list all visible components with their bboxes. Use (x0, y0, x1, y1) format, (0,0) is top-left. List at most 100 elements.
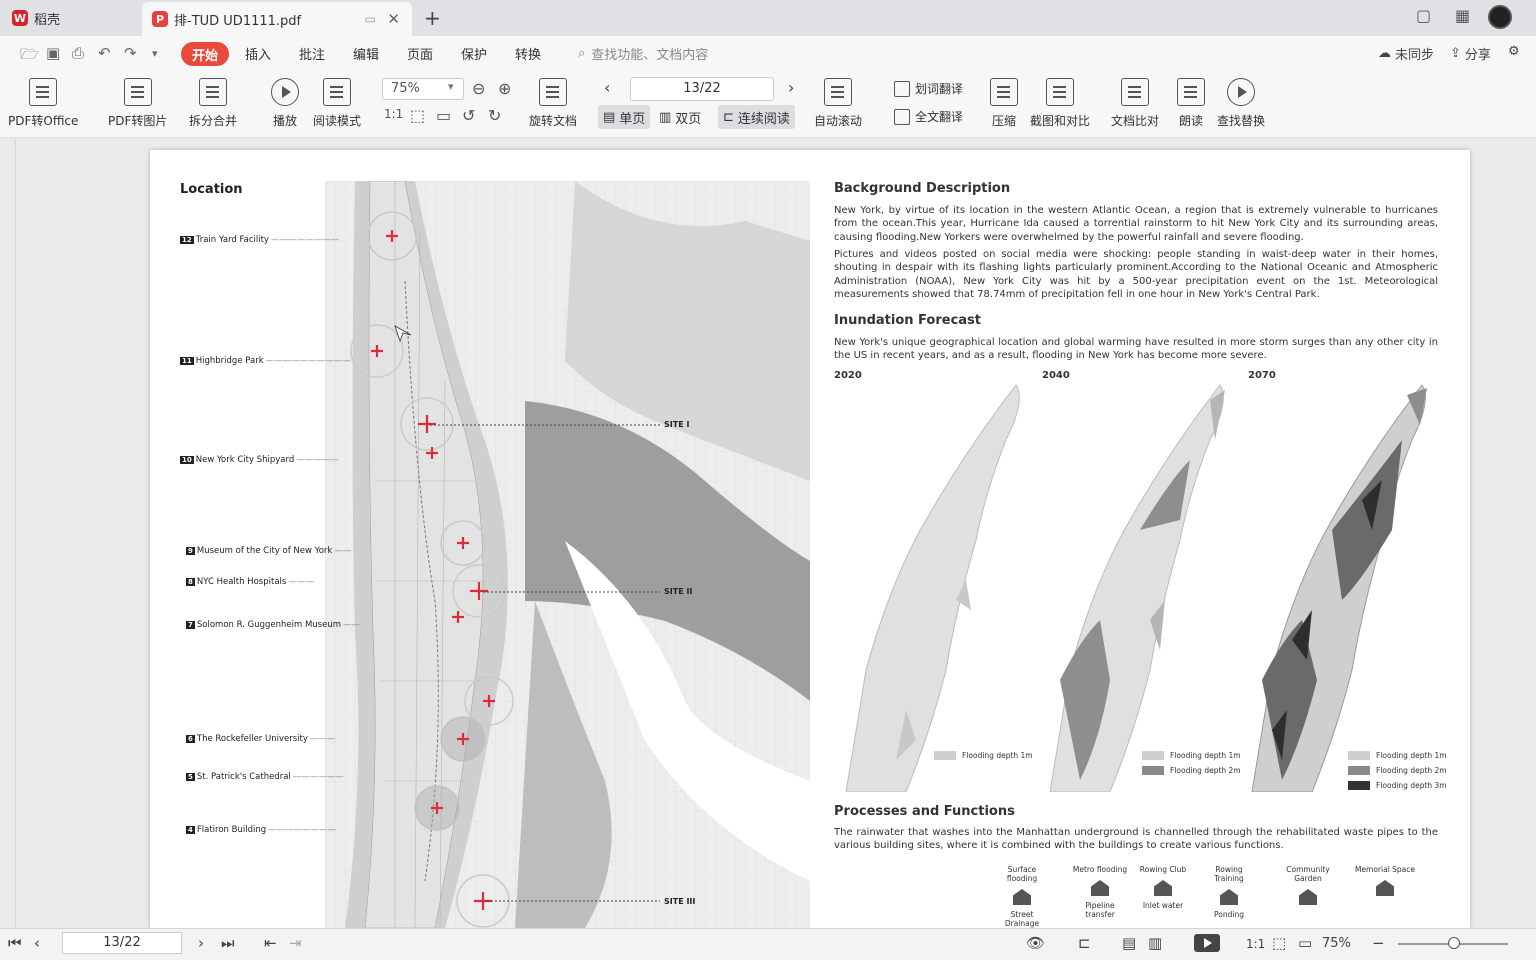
rotate-left-icon[interactable]: ↺ (462, 106, 475, 125)
compress-button[interactable]: 压缩 (990, 78, 1018, 129)
sync-button[interactable]: ☁ 未同步 (1378, 44, 1434, 63)
single-view-icon[interactable]: ▤ (1122, 934, 1136, 952)
landmark-name: Flatiron Building (196, 825, 267, 835)
fit-page-icon[interactable]: ⬚ (410, 106, 425, 125)
function-item: Rowing Training Ponding (1200, 865, 1258, 919)
play-slideshow-icon[interactable] (1194, 934, 1220, 952)
redo-icon[interactable]: ↷ (124, 44, 137, 62)
more-icon[interactable]: ▾ (152, 47, 158, 60)
image-icon (123, 78, 152, 106)
metro-icon (1091, 880, 1109, 896)
grid-icon[interactable]: ▦ (1455, 6, 1470, 25)
legend-item: Flooding depth 2m (1142, 766, 1241, 775)
pdf-to-office-button[interactable]: PDF转Office (8, 78, 78, 129)
menu-protect[interactable]: 保护 (461, 44, 487, 63)
zoom-out-icon[interactable]: − (1372, 934, 1385, 952)
full-translate-label: 全文翻译 (915, 110, 964, 124)
function-item: Metro flooding Pipeline transfer (1071, 865, 1129, 919)
prev-page-icon[interactable]: ‹ (604, 78, 610, 97)
fit-width-icon[interactable]: ▭ (1298, 934, 1312, 952)
menu-annotate[interactable]: 批注 (299, 44, 325, 63)
tab-home[interactable]: W 稻壳 (0, 0, 140, 36)
first-page-icon[interactable]: ⏮ (8, 934, 22, 952)
avatar[interactable] (1488, 5, 1512, 29)
read-mode-label: 阅读模式 (313, 114, 362, 128)
memorial-icon (1376, 880, 1394, 896)
zoom-out-icon[interactable]: ⊖ (472, 79, 485, 98)
double-view-icon[interactable]: ▥ (1148, 934, 1162, 952)
last-page-icon[interactable]: ⏭ (221, 934, 235, 952)
landmark-name: Highbridge Park (195, 356, 264, 366)
single-page-button[interactable]: ▤ 单页 (598, 105, 651, 129)
auto-scroll-button[interactable]: 自动滚动 (814, 78, 862, 129)
flood-map-2020 (845, 384, 1020, 792)
landmark-label: 8 NYC Health Hospitals ——— (186, 577, 314, 587)
status-page-input[interactable]: 13/22 (62, 932, 182, 954)
landmark-label: 9 Museum of the City of New York —— (186, 546, 352, 556)
legend-label: Flooding depth 1m (1376, 751, 1447, 760)
undo-icon[interactable]: ↶ (98, 44, 111, 62)
actual-size-icon[interactable]: 1:1 (384, 107, 403, 121)
doc-compare-button[interactable]: 文档比对 (1111, 78, 1159, 129)
menu-page[interactable]: 页面 (407, 44, 433, 63)
legend-label: Flooding depth 1m (1170, 751, 1241, 760)
background-paragraph: Pictures and videos posted on social med… (834, 249, 1438, 301)
search-input[interactable]: ⌕ 查找功能、文档内容 (578, 44, 708, 63)
eye-icon[interactable]: 👁 (1026, 934, 1045, 952)
background-title: Background Description (834, 181, 1011, 196)
status-zoom[interactable]: 75% (1322, 936, 1351, 951)
actual-size-icon[interactable]: 1:1 (1246, 937, 1265, 951)
rotate-doc-button[interactable]: 旋转文档 (529, 78, 577, 129)
close-tab-icon[interactable]: ✕ (387, 10, 400, 28)
save-icon[interactable]: ▣ (46, 44, 60, 62)
play-button[interactable]: 播放 (271, 78, 299, 129)
sync-label: 未同步 (1395, 48, 1435, 63)
zoom-in-icon[interactable]: ⊕ (498, 79, 511, 98)
function-sublabel: Ponding (1214, 910, 1244, 919)
read-aloud-button[interactable]: 朗读 (1177, 78, 1205, 129)
landmark-number: 11 (180, 357, 194, 365)
next-page-icon[interactable]: › (788, 78, 794, 97)
find-replace-button[interactable]: 查找替换 (1217, 78, 1265, 129)
rotate-right-icon[interactable]: ↻ (488, 106, 501, 125)
layout-icon[interactable]: ▢ (1416, 6, 1431, 25)
play-label: 播放 (272, 114, 297, 128)
continuous-view-icon[interactable]: ⊏ (1078, 934, 1091, 952)
legend-item: Flooding depth 2m (1348, 766, 1447, 775)
fit-page-icon[interactable]: ⬚ (1272, 934, 1286, 952)
share-button[interactable]: ⇪ 分享 (1450, 44, 1491, 63)
next-page-icon[interactable]: › (198, 934, 204, 952)
back-icon[interactable]: ⇤ (264, 934, 277, 952)
fit-width-icon[interactable]: ▭ (436, 106, 451, 125)
menu-insert[interactable]: 插入 (245, 44, 271, 63)
print-icon[interactable]: ⎙ (72, 44, 84, 62)
chevron-down-icon[interactable]: ▾ (448, 80, 454, 93)
screenshot-compare-button[interactable]: 截图和对比 (1030, 78, 1090, 129)
legend-label: Flooding depth 3m (1376, 781, 1447, 790)
full-translate-button[interactable]: 全文翻译 (894, 108, 963, 125)
open-icon[interactable]: 🗁 (20, 44, 39, 69)
search-icon: ⌕ (578, 46, 586, 61)
double-page-button[interactable]: ▥ 双页 (654, 105, 706, 129)
zoom-slider-handle[interactable] (1448, 937, 1460, 949)
prev-page-icon[interactable]: ‹ (34, 934, 40, 952)
split-merge-button[interactable]: 拆分合并 (189, 78, 237, 129)
menu-convert[interactable]: 转换 (515, 44, 541, 63)
forward-icon[interactable]: ⇥ (289, 934, 302, 952)
legend-item: Flooding depth 1m (1142, 751, 1241, 760)
tab-document[interactable]: P 排-TUD UD1111.pdf ▭ ✕ (142, 2, 412, 36)
page-number-input[interactable]: 13/22 (630, 77, 774, 101)
menu-start[interactable]: 开始 (181, 42, 229, 66)
settings-icon[interactable]: ⚙ (1508, 44, 1520, 59)
continuous-read-button[interactable]: ⊏ 连续阅读 (718, 105, 795, 129)
read-mode-button[interactable]: 阅读模式 (313, 78, 361, 129)
pdf-to-image-button[interactable]: PDF转图片 (108, 78, 167, 129)
add-tab-button[interactable]: + (424, 6, 441, 30)
play-icon (271, 78, 299, 106)
find-replace-label: 查找替换 (1217, 114, 1266, 128)
word-translate-button[interactable]: 划词翻译 (894, 80, 963, 97)
menu-edit[interactable]: 编辑 (353, 44, 379, 63)
pin-icon[interactable]: ▭ (365, 12, 376, 26)
double-page-label: 双页 (675, 111, 702, 127)
book-icon (323, 78, 351, 106)
